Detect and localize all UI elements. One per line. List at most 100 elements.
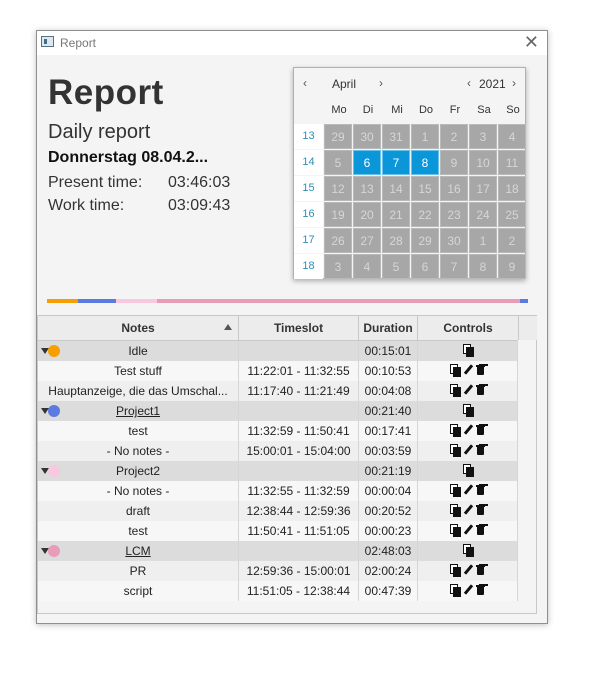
calendar-day[interactable]: 13 (353, 176, 381, 201)
table-row[interactable]: test 11:32:59 - 11:50:41 00:17:41 (38, 421, 518, 441)
calendar-day[interactable]: 7 (440, 254, 468, 279)
calendar-day[interactable]: 15 (411, 176, 439, 201)
column-header-duration[interactable]: Duration (359, 316, 418, 340)
calendar-day[interactable]: 8 (469, 254, 497, 279)
delete-icon[interactable] (475, 484, 486, 496)
table-group-row[interactable]: Project1 00:21:40 (38, 401, 518, 421)
table-row[interactable]: PR 12:59:36 - 15:00:01 02:00:24 (38, 561, 518, 581)
delete-icon[interactable] (475, 584, 486, 596)
table-row[interactable]: draft 12:38:44 - 12:59:36 00:20:52 (38, 501, 518, 521)
calendar-day[interactable]: 30 (440, 228, 468, 253)
table-row[interactable]: test 11:50:41 - 11:51:05 00:00:23 (38, 521, 518, 541)
column-header-notes[interactable]: Notes (38, 316, 239, 340)
edit-icon[interactable] (463, 584, 473, 596)
calendar-day-selected[interactable]: 6 (353, 150, 381, 175)
calendar-day[interactable]: 19 (324, 202, 352, 227)
delete-icon[interactable] (475, 564, 486, 576)
calendar-day[interactable]: 25 (498, 202, 526, 227)
next-month-icon[interactable]: › (379, 76, 383, 90)
calendar-day[interactable]: 14 (382, 176, 410, 201)
calendar-day[interactable]: 3 (324, 254, 352, 279)
table-row[interactable]: Test stuff 11:22:01 - 11:32:55 00:10:53 (38, 361, 518, 381)
copy-icon[interactable] (449, 504, 461, 517)
calendar-day[interactable]: 6 (411, 254, 439, 279)
table-group-row[interactable]: Project2 00:21:19 (38, 461, 518, 481)
calendar-day[interactable]: 22 (411, 202, 439, 227)
copy-icon[interactable] (449, 384, 461, 397)
calendar-day[interactable]: 9 (440, 150, 468, 175)
column-header-controls[interactable]: Controls (418, 316, 519, 340)
copy-icon[interactable] (462, 464, 474, 477)
column-header-timeslot[interactable]: Timeslot (239, 316, 359, 340)
delete-icon[interactable] (475, 504, 486, 516)
table-group-row[interactable]: LCM 02:48:03 (38, 541, 518, 561)
calendar-day[interactable]: 16 (440, 176, 468, 201)
title-bar[interactable]: Report ✕ (37, 31, 547, 55)
delete-icon[interactable] (475, 524, 486, 536)
delete-icon[interactable] (475, 364, 486, 376)
calendar-day[interactable]: 23 (440, 202, 468, 227)
calendar-day[interactable]: 5 (324, 150, 352, 175)
copy-icon[interactable] (449, 584, 461, 597)
vertical-scrollbar[interactable] (517, 340, 536, 589)
calendar-day[interactable]: 10 (469, 150, 497, 175)
calendar-day[interactable]: 18 (498, 176, 526, 201)
group-name[interactable]: Project1 (116, 404, 160, 418)
edit-icon[interactable] (463, 484, 473, 496)
calendar-day[interactable]: 12 (324, 176, 352, 201)
calendar-day[interactable]: 28 (382, 228, 410, 253)
delete-icon[interactable] (475, 444, 486, 456)
delete-icon[interactable] (475, 384, 486, 396)
edit-icon[interactable] (463, 384, 473, 396)
table-row[interactable]: - No notes - 15:00:01 - 15:04:00 00:03:59 (38, 441, 518, 461)
calendar-day[interactable]: 1 (411, 124, 439, 149)
table-row[interactable]: script 11:51:05 - 12:38:44 00:47:39 (38, 581, 518, 601)
edit-icon[interactable] (463, 444, 473, 456)
calendar-day[interactable]: 9 (498, 254, 526, 279)
calendar-day[interactable]: 29 (324, 124, 352, 149)
next-year-icon[interactable]: › (512, 76, 516, 90)
notes-cell: Hauptanzeige, die das Umschal... (38, 381, 239, 401)
calendar-day[interactable]: 4 (498, 124, 526, 149)
copy-icon[interactable] (449, 484, 461, 497)
calendar-day-selected[interactable]: 8 (411, 150, 439, 175)
calendar-day[interactable]: 20 (353, 202, 381, 227)
edit-icon[interactable] (463, 524, 473, 536)
edit-icon[interactable] (463, 364, 473, 376)
calendar-day[interactable]: 17 (469, 176, 497, 201)
table-group-row[interactable]: Idle 00:15:01 (38, 341, 518, 361)
calendar-day[interactable]: 3 (469, 124, 497, 149)
calendar-day[interactable]: 2 (440, 124, 468, 149)
table-row[interactable]: - No notes - 11:32:55 - 11:32:59 00:00:04 (38, 481, 518, 501)
prev-year-icon[interactable]: ‹ (467, 76, 471, 90)
calendar-day[interactable]: 30 (353, 124, 381, 149)
calendar-day[interactable]: 29 (411, 228, 439, 253)
calendar-day-selected[interactable]: 7 (382, 150, 410, 175)
edit-icon[interactable] (463, 504, 473, 516)
table-row[interactable]: Hauptanzeige, die das Umschal... 11:17:40… (38, 381, 518, 401)
copy-icon[interactable] (449, 424, 461, 437)
calendar-day[interactable]: 11 (498, 150, 526, 175)
copy-icon[interactable] (462, 344, 474, 357)
calendar-day[interactable]: 5 (382, 254, 410, 279)
calendar-day[interactable]: 21 (382, 202, 410, 227)
calendar-day[interactable]: 4 (353, 254, 381, 279)
calendar-day[interactable]: 31 (382, 124, 410, 149)
group-name[interactable]: LCM (125, 544, 150, 558)
copy-icon[interactable] (449, 444, 461, 457)
edit-icon[interactable] (463, 424, 473, 436)
calendar-day[interactable]: 24 (469, 202, 497, 227)
calendar-day[interactable]: 1 (469, 228, 497, 253)
prev-month-icon[interactable]: ‹ (303, 76, 307, 90)
calendar-day[interactable]: 2 (498, 228, 526, 253)
calendar-day[interactable]: 27 (353, 228, 381, 253)
copy-icon[interactable] (462, 404, 474, 417)
edit-icon[interactable] (463, 564, 473, 576)
copy-icon[interactable] (449, 524, 461, 537)
calendar-day[interactable]: 26 (324, 228, 352, 253)
delete-icon[interactable] (475, 424, 486, 436)
copy-icon[interactable] (462, 544, 474, 557)
copy-icon[interactable] (449, 564, 461, 577)
close-icon[interactable]: ✕ (524, 32, 539, 52)
copy-icon[interactable] (449, 364, 461, 377)
